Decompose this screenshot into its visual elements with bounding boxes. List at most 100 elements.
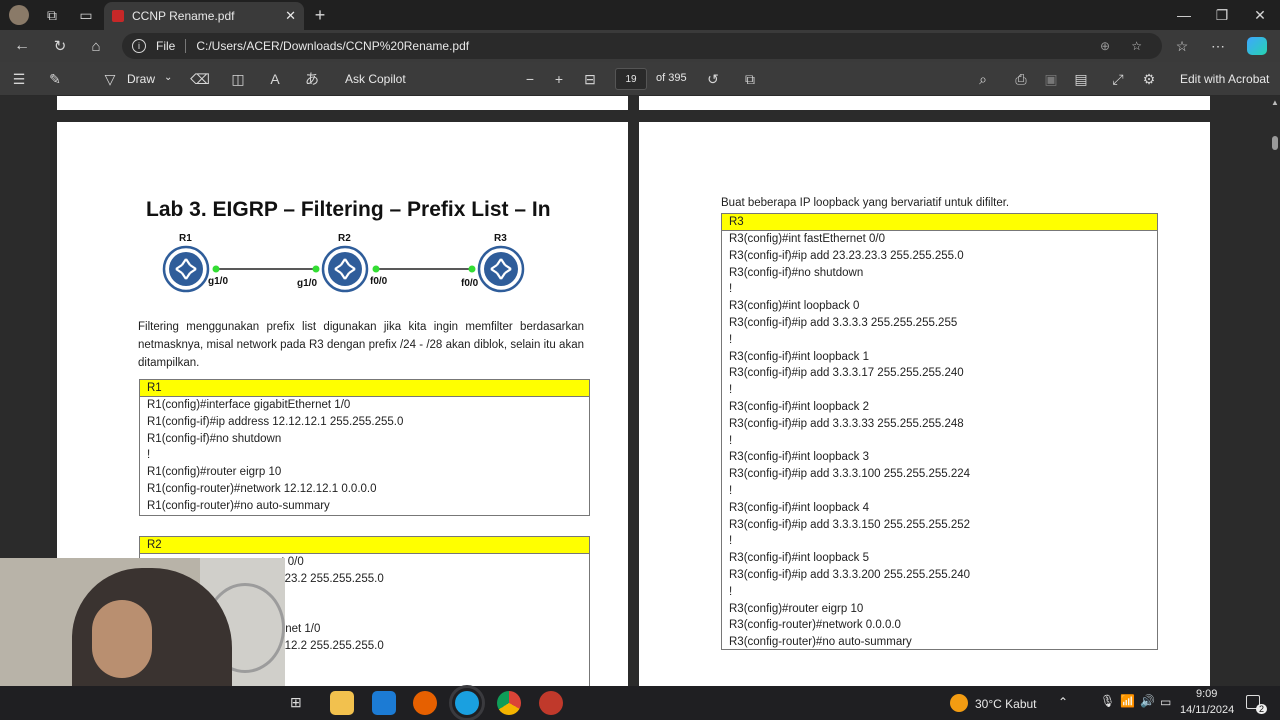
interface-label: f0/0 — [370, 276, 388, 287]
fit-page-icon[interactable]: ⊟ — [578, 67, 602, 91]
home-icon[interactable]: ⌂ — [84, 34, 108, 58]
wifi-icon[interactable]: 📶 — [1120, 694, 1135, 708]
config-line: ! — [729, 484, 733, 497]
site-info-icon[interactable]: i — [132, 39, 146, 53]
clock-date[interactable]: 14/11/2024 — [1180, 704, 1234, 716]
save-icon[interactable]: ▣ — [1039, 67, 1063, 91]
vertical-scrollbar[interactable]: ▲ — [1270, 96, 1280, 686]
zoom-icon[interactable]: ⊕ — [1100, 39, 1110, 53]
config-line: et 0/0 — [275, 556, 304, 568]
router-r2-icon — [321, 245, 369, 293]
favorite-star-icon[interactable]: ☆ — [1131, 39, 1142, 53]
windows-taskbar: ⊞ 30°C Kabut ⌃ 🎙 📶 🔊 ▭ 9:09 14/11/2024 2 — [0, 685, 1280, 720]
chrome-icon[interactable] — [497, 691, 521, 715]
config-line: R3(config)#int fastEthernet 0/0 — [729, 233, 885, 245]
back-icon[interactable]: ← — [10, 34, 34, 58]
notification-count: 2 — [1256, 704, 1268, 714]
interface-label: f0/0 — [461, 278, 479, 289]
close-window-icon[interactable]: ✕ — [1248, 3, 1272, 27]
settings-gear-icon[interactable]: ⚙ — [1137, 67, 1161, 91]
config-line: R3(config-if)#int loopback 3 — [729, 451, 869, 464]
tab-actions-icon[interactable]: ▭ — [74, 3, 98, 27]
tab-title: CCNP Rename.pdf — [132, 9, 235, 23]
weather-icon[interactable] — [950, 694, 968, 712]
config-line: R3(config-router)#network 0.0.0.0 — [729, 619, 901, 632]
draw-pen-icon[interactable]: ▽ — [98, 67, 122, 91]
zoom-out-icon[interactable]: − — [518, 67, 542, 91]
config-line: 3.23.2 255.255.255.0 — [275, 572, 384, 585]
task-view-icon[interactable]: ⊞ — [290, 694, 302, 711]
clock-time[interactable]: 9:09 — [1196, 688, 1217, 700]
page-number-input[interactable]: 19 — [615, 68, 647, 90]
url-field[interactable]: i File C:/Users/ACER/Downloads/CCNP%20Re… — [122, 33, 1162, 59]
topology-diagram: R1 R2 R3 g1/0 g1/0 f0/0 f0/0 — [162, 233, 525, 293]
config-line: R3(config-if)#int loopback 2 — [729, 400, 869, 413]
highlight-icon[interactable]: ✎ — [43, 67, 67, 91]
draw-button[interactable]: Draw — [127, 72, 155, 86]
scroll-up-icon[interactable]: ▲ — [1271, 98, 1279, 107]
router-label-r2: R2 — [338, 233, 351, 244]
router-label-r3: R3 — [494, 233, 507, 244]
config-line: R3(config-if)#int loopback 1 — [729, 350, 869, 363]
copilot-icon[interactable] — [1247, 37, 1267, 55]
read-aloud-icon[interactable]: A — [263, 67, 287, 91]
minimize-icon[interactable]: — — [1172, 3, 1196, 27]
scrollbar-thumb[interactable] — [1272, 136, 1278, 150]
r3-config-header: R3 — [722, 214, 1157, 231]
lab-heading: Lab 3. EIGRP – Filtering – Prefix List –… — [146, 198, 551, 221]
config-line: R1(config-if)#ip address 12.12.12.1 255.… — [147, 415, 404, 428]
new-tab-icon[interactable]: + — [308, 3, 332, 27]
zoom-in-icon[interactable]: + — [547, 67, 571, 91]
fullscreen-icon[interactable]: ⤢ — [1106, 67, 1130, 91]
config-line: R1(config-router)#no auto-summary — [147, 499, 330, 512]
interface-label: g1/0 — [208, 276, 228, 287]
search-icon[interactable]: ⌕ — [971, 67, 995, 91]
draw-chevron-down-icon[interactable]: ⌄ — [164, 72, 172, 83]
weather-text[interactable]: 30°C Kabut — [975, 697, 1037, 711]
microphone-icon[interactable]: 🎙 — [1100, 694, 1115, 708]
previous-page-bottom-left — [57, 96, 628, 110]
link-dot — [312, 265, 320, 273]
url-path: C:/Users/ACER/Downloads/CCNP%20Rename.pd… — [196, 39, 470, 53]
profile-avatar[interactable] — [9, 5, 29, 25]
title-bar: ⧉ ▭ CCNP Rename.pdf ✕ + — ❐ ✕ — [0, 0, 1280, 30]
workspaces-icon[interactable]: ⧉ — [40, 3, 64, 27]
refresh-icon[interactable]: ↻ — [48, 34, 72, 58]
loopback-intro-text: Buat beberapa IP loopback yang bervariat… — [721, 197, 1010, 209]
ask-copilot-button[interactable]: Ask Copilot — [345, 72, 406, 86]
config-line: R1(config-router)#network 12.12.12.1 0.0… — [147, 482, 377, 495]
battery-icon[interactable]: ▭ — [1160, 695, 1171, 709]
pdf-page-right: Buat beberapa IP loopback yang bervariat… — [639, 122, 1210, 686]
file-explorer-icon[interactable] — [330, 691, 354, 715]
mail-icon[interactable] — [372, 691, 396, 715]
edge-icon[interactable] — [449, 685, 485, 720]
r3-config-box: R3 R3(config)#int fastEthernet 0/0 R3(co… — [721, 213, 1158, 650]
address-bar: ← ↻ ⌂ i File C:/Users/ACER/Downloads/CCN… — [0, 30, 1280, 62]
config-line: R3(config-if)#no shutdown — [729, 266, 864, 279]
config-line: ! — [729, 333, 733, 346]
contents-icon[interactable]: ☰ — [7, 67, 31, 91]
save-as-icon[interactable]: ▤ — [1069, 67, 1093, 91]
r2-config-header: R2 — [140, 537, 589, 554]
volume-icon[interactable]: 🔊 — [1140, 694, 1155, 708]
close-tab-icon[interactable]: ✕ — [285, 8, 296, 24]
link-dot — [468, 265, 476, 273]
firefox-icon[interactable] — [413, 691, 437, 715]
edit-with-acrobat-button[interactable]: Edit with Acrobat — [1180, 72, 1269, 86]
view-icon[interactable]: ◫ — [226, 67, 250, 91]
config-line: ! — [729, 585, 733, 598]
pdf-toolbar: ☰ ✎ ▽ Draw ⌄ ⌫ ◫ A あ Ask Copilot − + ⊟ 1… — [0, 62, 1280, 96]
tray-chevron-icon[interactable]: ⌃ — [1058, 695, 1068, 709]
config-line: R3(config-if)#ip add 3.3.3.33 255.255.25… — [729, 417, 964, 430]
page-view-icon[interactable]: ⧉ — [738, 67, 762, 91]
rotate-icon[interactable]: ↺ — [701, 67, 725, 91]
tab-pdf[interactable]: CCNP Rename.pdf ✕ — [104, 2, 304, 30]
maximize-icon[interactable]: ❐ — [1210, 3, 1234, 27]
translate-icon[interactable]: あ — [300, 67, 324, 91]
eraser-icon[interactable]: ⌫ — [188, 67, 212, 91]
app-icon[interactable] — [539, 691, 563, 715]
url-separator — [185, 39, 187, 53]
more-menu-icon[interactable]: ⋯ — [1206, 34, 1230, 58]
print-icon[interactable]: ⎙ — [1009, 67, 1033, 91]
favorites-icon[interactable]: ☆ — [1170, 34, 1194, 58]
